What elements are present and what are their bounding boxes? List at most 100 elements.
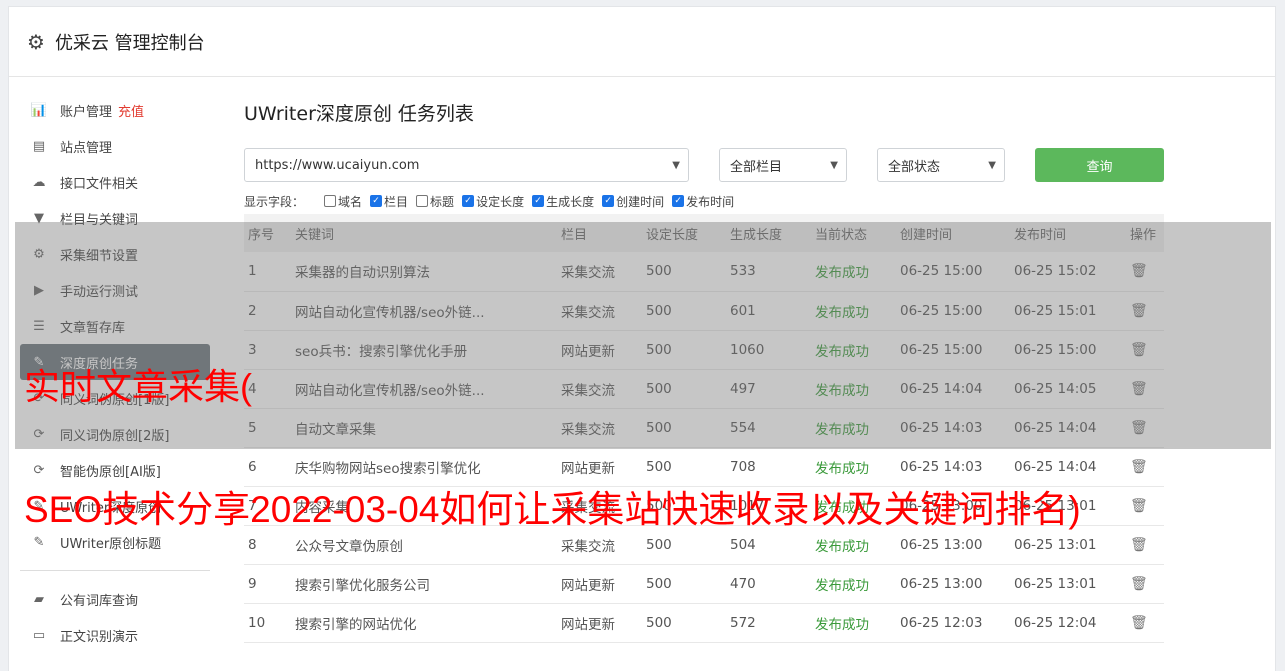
- sidebar-item[interactable]: ⟳ 智能伪原创[AI版]: [20, 452, 210, 488]
- field-checkbox[interactable]: ✓ 创建时间: [602, 193, 664, 210]
- checkbox-checked-icon[interactable]: ✓: [602, 195, 615, 207]
- refresh-icon: ⟳: [33, 462, 45, 478]
- table-cell: 500: [646, 458, 672, 475]
- field-checkbox[interactable]: ✓ 生成长度: [532, 193, 594, 210]
- table-cell: 06-25 12:04: [1014, 614, 1097, 631]
- display-fields: 显示字段： 域名 ✓ 栏目 标题 ✓ 设定长度 ✓ 生成长度 ✓ 创建时间 ✓ 发布时间: [244, 192, 1174, 210]
- field-checkbox-label: 创建时间: [616, 194, 665, 209]
- edit-icon: ✎: [33, 534, 45, 550]
- sidebar-item[interactable]: ▰ 公有词库查询: [20, 581, 210, 617]
- table-cell: 10: [248, 614, 266, 631]
- category-select[interactable]: 全部栏目 ▼: [719, 148, 847, 182]
- trash-icon[interactable]: 🗑: [1130, 537, 1148, 553]
- server-icon: ▤: [32, 138, 46, 154]
- field-checkbox[interactable]: ✓ 发布时间: [672, 193, 734, 210]
- sidebar-item[interactable]: 📊 账户管理 充值: [20, 92, 210, 128]
- field-checkbox[interactable]: ✓ 栏目: [370, 193, 408, 210]
- sidebar-item-label: UWriter原创标题: [60, 536, 162, 552]
- chevron-down-icon: ▼: [672, 159, 680, 171]
- bar-chart-icon: 📊: [30, 102, 48, 118]
- checkbox-empty-icon[interactable]: [416, 195, 429, 207]
- watermark-overlay: [15, 222, 1271, 449]
- table-cell: 8: [248, 536, 257, 553]
- table-cell: 网站更新: [561, 577, 615, 594]
- table-cell: 发布成功: [815, 460, 869, 477]
- table-row: 6 庆华购物网站seo搜索引擎优化 网站更新 500 708 发布成功 06-25 14:0…: [244, 447, 1164, 486]
- field-checkbox-label: 发布时间: [686, 194, 735, 209]
- sidebar-item-label: 账户管理: [60, 104, 113, 120]
- status-select[interactable]: 全部状态 ▼: [877, 148, 1005, 182]
- field-checkbox-label: 标题: [430, 194, 455, 209]
- trash-icon[interactable]: 🗑: [1130, 615, 1148, 631]
- table-cell: 06-25 13:00: [900, 536, 983, 553]
- gear-icon: ⚙: [27, 29, 45, 54]
- recharge-link[interactable]: 充值: [118, 101, 144, 120]
- site-select-value: https://www.ucaiyun.com: [255, 157, 420, 173]
- field-checkbox[interactable]: ✓ 设定长度: [462, 193, 524, 210]
- table-cell: 9: [248, 575, 257, 592]
- table-cell: 网站更新: [561, 616, 615, 633]
- query-button[interactable]: 查询: [1035, 148, 1164, 182]
- action-cell: 🗑: [1126, 525, 1164, 564]
- table-cell: 搜索引擎的网站优化: [295, 616, 417, 633]
- sidebar-divider: [20, 570, 210, 571]
- status-select-value: 全部状态: [888, 159, 941, 175]
- category-select-value: 全部栏目: [730, 159, 783, 175]
- field-checkbox-label: 域名: [338, 194, 363, 209]
- caption-line-1: 实时文章采集(: [24, 366, 252, 407]
- top-bar: ⚙ 优采云 管理控制台: [9, 7, 1275, 77]
- sidebar-item[interactable]: ☁ 接口文件相关: [20, 164, 210, 200]
- sidebar-item-label: 正文识别演示: [60, 629, 139, 645]
- checkbox-checked-icon[interactable]: ✓: [370, 195, 383, 207]
- checkbox-empty-icon[interactable]: [324, 195, 337, 207]
- sidebar-item[interactable]: ▤ 站点管理: [20, 128, 210, 164]
- table-cell: 06-25 13:00: [900, 575, 983, 592]
- checkbox-checked-icon[interactable]: ✓: [532, 195, 545, 207]
- console-title: 优采云 管理控制台: [54, 32, 205, 54]
- table-cell: 06-25 14:03: [900, 458, 983, 475]
- field-checkbox[interactable]: 域名: [324, 193, 362, 210]
- sidebar-item[interactable]: ▭ 正文识别演示: [20, 617, 210, 653]
- filter-bar: https://www.ucaiyun.com ▼ 全部栏目 ▼ 全部状态 ▼ …: [244, 148, 1174, 182]
- action-cell: 🗑: [1126, 564, 1164, 603]
- table-cell: 搜索引擎优化服务公司: [295, 577, 430, 594]
- field-checkbox-label: 设定长度: [476, 194, 525, 209]
- chevron-down-icon: ▼: [830, 159, 838, 171]
- site-select[interactable]: https://www.ucaiyun.com ▼: [244, 148, 689, 182]
- checkbox-checked-icon[interactable]: ✓: [462, 195, 475, 207]
- table-cell: 470: [730, 575, 756, 592]
- sidebar-item-label: 公有词库查询: [60, 593, 139, 609]
- table-cell: 06-25 14:04: [1014, 458, 1097, 475]
- sidebar-item-label: 接口文件相关: [60, 176, 139, 192]
- trash-icon[interactable]: 🗑: [1130, 498, 1148, 514]
- table-cell: 庆华购物网站seo搜索引擎优化: [295, 460, 481, 477]
- table-row: 10 搜索引擎的网站优化 网站更新 500 572 发布成功 06-25 12:03 06-2…: [244, 603, 1164, 642]
- table-cell: 500: [646, 536, 672, 553]
- table-cell: 06-25 13:01: [1014, 536, 1097, 553]
- table-cell: 500: [646, 614, 672, 631]
- trash-icon[interactable]: 🗑: [1130, 576, 1148, 592]
- table-cell: 6: [248, 458, 257, 475]
- field-checkbox[interactable]: 标题: [416, 193, 454, 210]
- table-row: 9 搜索引擎优化服务公司 网站更新 500 470 发布成功 06-25 13:00 06-2…: [244, 564, 1164, 603]
- display-fields-label: 显示字段：: [244, 194, 305, 209]
- desktop-icon: ▭: [32, 627, 46, 643]
- caption-line-2: SEO技术分享2022-03-04如何让采集站快速收录以及关键词排名): [24, 489, 1081, 530]
- chevron-down-icon: ▼: [988, 159, 996, 171]
- sidebar-item-label: 站点管理: [60, 140, 113, 156]
- table-cell: 网站更新: [561, 460, 615, 477]
- checkbox-checked-icon[interactable]: ✓: [672, 195, 685, 207]
- table-cell: 公众号文章伪原创: [295, 538, 403, 555]
- table-cell: 06-25 13:01: [1014, 575, 1097, 592]
- sidebar-item-label: 智能伪原创[AI版]: [60, 464, 161, 480]
- table-cell: 发布成功: [815, 538, 869, 555]
- field-checkbox-label: 栏目: [384, 194, 409, 209]
- page-title: UWriter深度原创 任务列表: [244, 103, 474, 125]
- action-cell: 🗑: [1126, 486, 1164, 525]
- table-cell: 500: [646, 575, 672, 592]
- field-checkbox-label: 生成长度: [546, 194, 595, 209]
- table-cell: 采集交流: [561, 538, 615, 555]
- trash-icon[interactable]: 🗑: [1130, 459, 1148, 475]
- action-cell: 🗑: [1126, 447, 1164, 486]
- table-cell: 发布成功: [815, 577, 869, 594]
